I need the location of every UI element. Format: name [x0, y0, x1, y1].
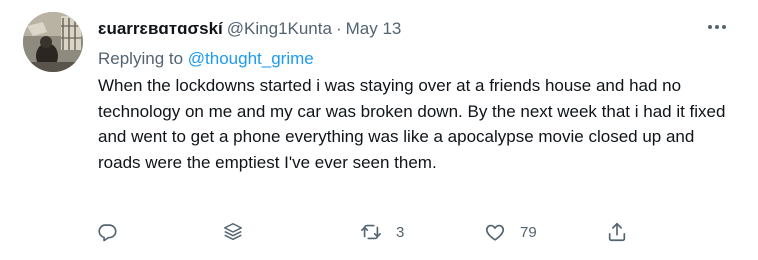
reply-button[interactable] — [96, 218, 118, 246]
layers-icon — [224, 223, 242, 241]
like-button[interactable]: 79 — [484, 218, 537, 246]
more-dot — [715, 25, 719, 29]
avatar-image — [23, 12, 83, 72]
avatar[interactable] — [23, 12, 83, 72]
reply-mention-link[interactable]: @thought_grime — [188, 49, 314, 68]
retweet-count: 3 — [396, 223, 405, 241]
more-options-icon[interactable] — [706, 20, 728, 34]
tweet-actions: 3 79 — [0, 218, 758, 246]
header-separator: · — [335, 19, 342, 38]
tweet-date[interactable]: May 13 — [346, 18, 402, 40]
author-display-name[interactable]: ɛuarrɛвɑтɑσskí — [98, 18, 223, 40]
like-count: 79 — [520, 223, 537, 241]
share-icon — [608, 222, 626, 242]
author-handle[interactable]: @King1Kunta — [227, 18, 332, 40]
heart-icon — [485, 224, 505, 241]
replying-to: Replying to @thought_grime — [98, 48, 314, 70]
tweet-header: ɛuarrɛвɑтɑσskí @King1Kunta · May 13 — [98, 18, 401, 40]
tweet[interactable]: ɛuarrɛвɑтɑσskí @King1Kunta · May 13 Repl… — [0, 0, 758, 260]
replying-to-prefix: Replying to — [98, 49, 188, 68]
more-dot — [708, 25, 712, 29]
retweet-icon — [361, 224, 381, 240]
more-dot — [722, 25, 726, 29]
speech-bubble-icon — [98, 224, 117, 242]
tweet-text: When the lockdowns started i was staying… — [98, 76, 726, 172]
layers-button[interactable] — [222, 218, 244, 246]
retweet-button[interactable]: 3 — [360, 218, 404, 246]
share-button[interactable] — [606, 218, 628, 246]
